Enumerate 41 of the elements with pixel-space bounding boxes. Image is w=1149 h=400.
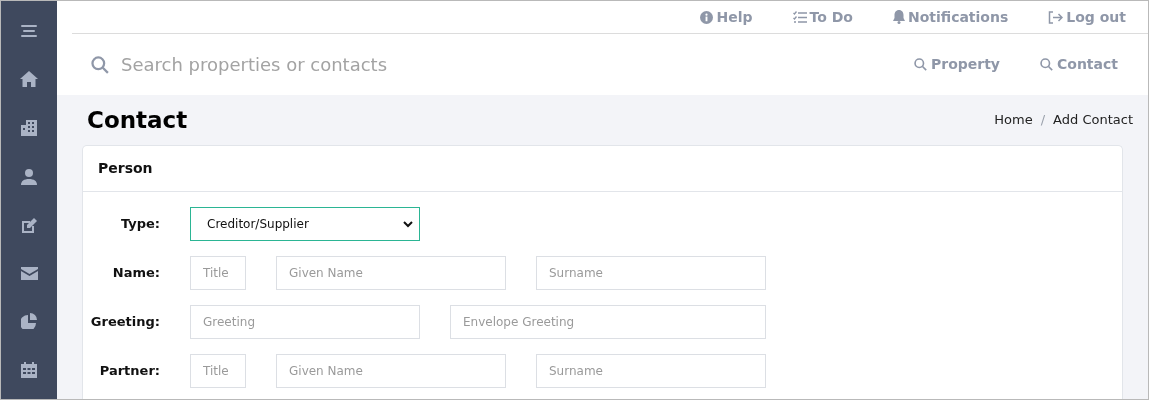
input-field[interactable]: Given Name <box>276 256 506 290</box>
chevron-down-icon <box>403 220 413 228</box>
bell-icon <box>892 10 905 24</box>
breadcrumb-item[interactable]: Home <box>994 110 1033 130</box>
home-icon[interactable] <box>20 71 38 87</box>
input-field[interactable]: Title <box>190 256 246 290</box>
logout-icon <box>1048 10 1064 24</box>
pie-chart-icon[interactable] <box>21 313 37 329</box>
building-icon[interactable] <box>21 120 37 136</box>
breadcrumb-item[interactable]: Add Contact <box>1053 110 1133 130</box>
field-label: Name: <box>111 264 160 283</box>
search-icon <box>91 55 109 74</box>
input-field[interactable]: Surname <box>536 256 766 290</box>
input-field[interactable]: Greeting <box>190 305 420 339</box>
info-icon <box>700 10 714 24</box>
top-link[interactable]: Help <box>700 6 753 28</box>
input-field[interactable]: Surname <box>536 354 766 388</box>
search-field[interactable]: Search properties or contacts <box>121 51 521 78</box>
input-field[interactable]: Title <box>190 354 246 388</box>
search-icon <box>913 58 927 71</box>
checklist-icon <box>792 11 807 23</box>
breadcrumb-separator: / <box>1040 111 1046 130</box>
search-scope-link[interactable]: Contact <box>1040 54 1118 75</box>
top-link[interactable]: Log out <box>1048 6 1126 28</box>
user-icon[interactable] <box>21 169 37 185</box>
input-field[interactable]: Envelope Greeting <box>450 305 766 339</box>
field-label: Partner: <box>98 362 160 381</box>
page-title: Contact <box>87 105 188 135</box>
edit-icon[interactable] <box>21 218 37 234</box>
search-scope-link[interactable]: Property <box>913 54 1000 75</box>
top-link[interactable]: Notifications <box>892 6 1009 28</box>
type-dropdown[interactable]: Creditor/Supplier <box>190 207 420 241</box>
calendar-icon[interactable] <box>21 362 37 378</box>
card-title: Person <box>98 159 153 178</box>
menu-icon[interactable] <box>21 24 37 38</box>
input-field[interactable]: Given Name <box>276 354 506 388</box>
search-icon <box>1040 58 1053 71</box>
top-link[interactable]: To Do <box>792 6 853 28</box>
envelope-icon[interactable] <box>20 267 38 280</box>
field-label: Greeting: <box>89 313 160 332</box>
field-label: Type: <box>119 215 160 234</box>
